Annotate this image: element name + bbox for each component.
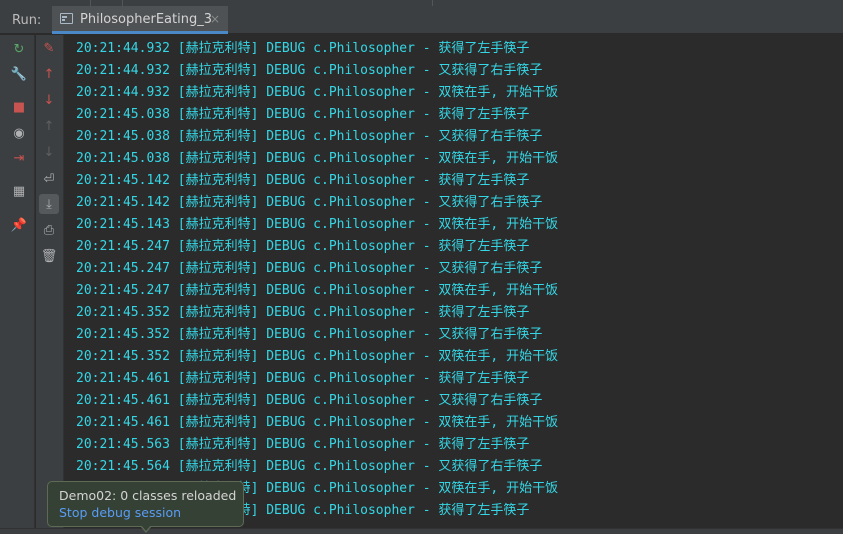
console-line: 20:21:45.563 [赫拉克利特] DEBUG c.Philosopher… [76,437,530,452]
console-line: 20:21:45.564 [赫拉克利特] DEBUG c.Philosopher… [76,459,543,474]
console-line: 20:21:44.932 [赫拉克利特] DEBUG c.Philosopher… [76,85,559,100]
console-line: 20:21:45.461 [赫拉克利特] DEBUG c.Philosopher… [76,415,559,430]
console-line: 20:21:44.932 [赫拉克利特] DEBUG c.Philosopher… [76,41,530,56]
pin-icon[interactable]: 📌 [9,215,29,235]
run-toolbar: Run: PhilosopherEating_3 × [0,6,843,34]
console-line: 20:21:45.038 [赫拉克利特] DEBUG c.Philosopher… [76,107,530,122]
console-line: 20:21:45.352 [赫拉克利特] DEBUG c.Philosopher… [76,349,559,364]
console-line: 20:21:45.142 [赫拉克利特] DEBUG c.Philosopher… [76,195,543,210]
rerun-icon[interactable]: ↻ [9,39,29,59]
console-line: 20:21:45.143 [赫拉克利特] DEBUG c.Philosopher… [76,217,559,232]
layout-icon[interactable]: ▦ [9,181,29,201]
login-icon[interactable]: ⇥ [9,148,29,168]
console-line: 20:21:44.932 [赫拉克利特] DEBUG c.Philosopher… [76,63,543,78]
up-arrow-icon[interactable]: ↑ [39,64,59,84]
up-arrow-disabled-icon[interactable]: ↑ [39,116,59,136]
down-arrow-disabled-icon[interactable]: ↓ [39,142,59,162]
console-line: 20:21:45.142 [赫拉克利特] DEBUG c.Philosopher… [76,173,530,188]
console-line: 20:21:45.247 [赫拉克利特] DEBUG c.Philosopher… [76,261,543,276]
console-line: 20:21:45.038 [赫拉克利特] DEBUG c.Philosopher… [76,129,543,144]
notification-title: Demo02: 0 classes reloaded [59,488,237,503]
trash-icon[interactable]: 🗑 [39,246,59,266]
console-line: 20:21:45.247 [赫拉克利特] DEBUG c.Philosopher… [76,283,559,298]
console-line: 20:21:45.038 [赫拉克利特] DEBUG c.Philosopher… [76,151,559,166]
console-icon [60,13,73,24]
close-icon[interactable]: × [210,12,220,26]
camera-icon[interactable]: ◉ [9,123,29,143]
console-line: 20:21:45.247 [赫拉克利特] DEBUG c.Philosopher… [76,239,530,254]
console-line: 20:21:45.352 [赫拉克利特] DEBUG c.Philosopher… [76,305,530,320]
console-line: 20:21:45.352 [赫拉克利特] DEBUG c.Philosopher… [76,327,543,342]
console-toolbar: ✎ ↑ ↓ ↑ ↓ ⏎ ⤓ ⎙ 🗑 [36,35,64,534]
console-output[interactable]: 20:21:44.932 [赫拉克利特] DEBUG c.Philosopher… [65,35,843,534]
tab-philosopher-eating[interactable]: PhilosopherEating_3 × [52,6,228,34]
status-bar [0,528,843,534]
clear-icon[interactable]: ✎ [39,38,59,58]
scroll-to-end-icon[interactable]: ⤓ [39,194,59,214]
console-line: 20:21:45.461 [赫拉克利特] DEBUG c.Philosopher… [76,393,543,408]
left-toolbar: ↻ 🔧 ■ ◉ ⇥ ▦ 📌 [0,35,35,534]
balloon-tail-inner [141,525,151,531]
print-icon[interactable]: ⎙ [39,220,59,240]
down-arrow-icon[interactable]: ↓ [39,90,59,110]
stop-debug-session-link[interactable]: Stop debug session [59,505,181,520]
soft-wrap-icon[interactable]: ⏎ [39,169,59,189]
stop-icon[interactable]: ■ [9,97,29,117]
run-label: Run: [12,13,42,28]
tab-title: PhilosopherEating_3 [80,12,212,27]
console-line: 20:21:45.461 [赫拉克利特] DEBUG c.Philosopher… [76,371,530,386]
notification-balloon: Demo02: 0 classes reloaded Stop debug se… [47,481,244,533]
wrench-icon[interactable]: 🔧 [9,64,29,84]
